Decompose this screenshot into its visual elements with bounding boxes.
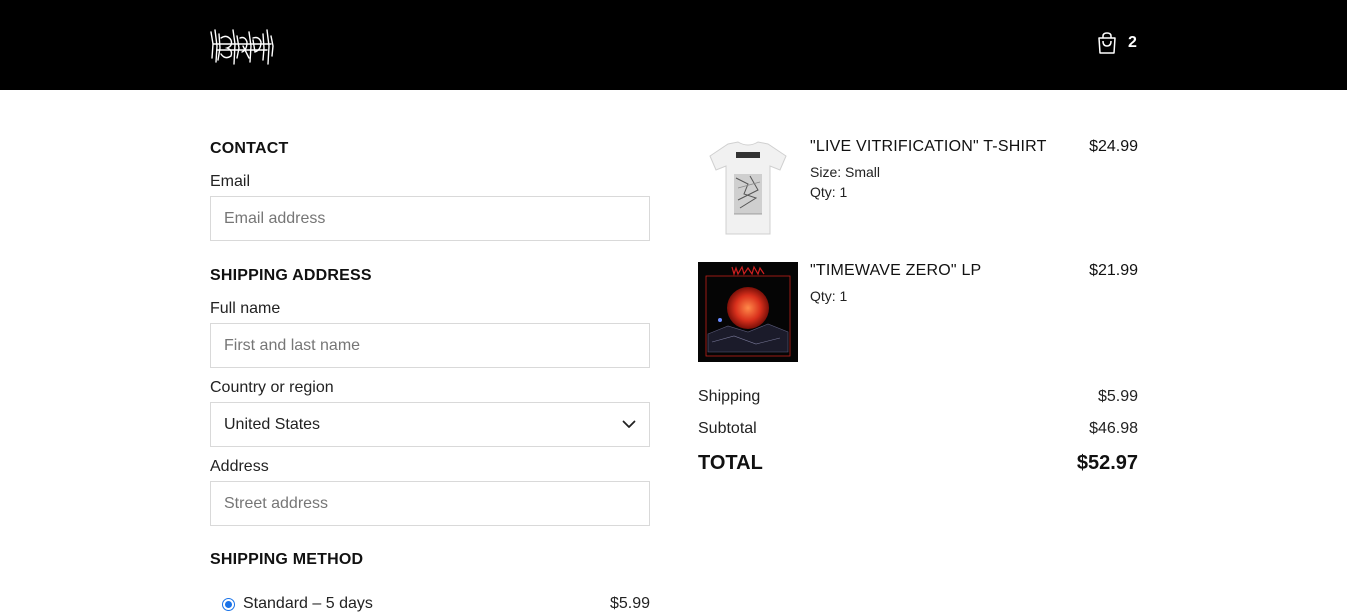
total-value: $52.97 (1076, 452, 1138, 474)
total-label: TOTAL (698, 452, 763, 474)
contact-heading: CONTACT (210, 140, 289, 157)
subtotal-value: $46.98 (1089, 420, 1138, 437)
shipping-option-radio[interactable] (222, 597, 235, 611)
item-name: "TIMEWAVE ZERO" LP (810, 262, 982, 279)
shipping-row: Shipping $5.99 (698, 388, 1138, 406)
email-label: Email (210, 173, 251, 190)
country-select[interactable]: United States (210, 402, 650, 447)
shipping-label: Shipping (698, 388, 761, 405)
chevron-down-icon (622, 420, 636, 428)
shopping-bag-icon (1098, 32, 1116, 54)
shipping-option-price: $5.99 (609, 595, 650, 612)
shipping-option-standard[interactable]: Standard – 5 days $5.99 (222, 595, 650, 613)
address-label: Address (210, 458, 269, 475)
country-label: Country or region (210, 379, 334, 396)
band-logo[interactable] (209, 24, 275, 66)
country-select-value: United States (224, 415, 321, 433)
full-name-field[interactable] (210, 323, 650, 368)
email-field[interactable] (210, 196, 650, 241)
street-address-field[interactable] (210, 481, 650, 526)
item-price: $24.99 (1089, 138, 1138, 155)
subtotal-row: Subtotal $46.98 (698, 420, 1138, 438)
full-name-label: Full name (210, 300, 281, 317)
item-size: Size: Small (810, 164, 881, 180)
total-row: TOTAL $52.97 (698, 452, 1138, 475)
tshirt-image (698, 138, 798, 238)
cart-count: 2 (1128, 34, 1137, 51)
shipping-value: $5.99 (1097, 388, 1138, 405)
item-qty: Qty: 1 (810, 184, 848, 200)
item-name: "LIVE VITRIFICATION" T-SHIRT (810, 138, 1047, 155)
shipping-address-heading: SHIPPING ADDRESS (210, 267, 372, 284)
album-cover-image (698, 262, 798, 362)
shipping-option-label: Standard – 5 days (243, 595, 373, 612)
cart-button[interactable]: 2 (1096, 31, 1137, 55)
subtotal-label: Subtotal (698, 420, 757, 437)
shipping-method-heading: SHIPPING METHOD (210, 551, 364, 568)
radio-selected-dot (225, 600, 232, 608)
item-price: $21.99 (1089, 262, 1138, 279)
item-qty: Qty: 1 (810, 288, 848, 304)
site-header: 2 (0, 0, 1347, 90)
